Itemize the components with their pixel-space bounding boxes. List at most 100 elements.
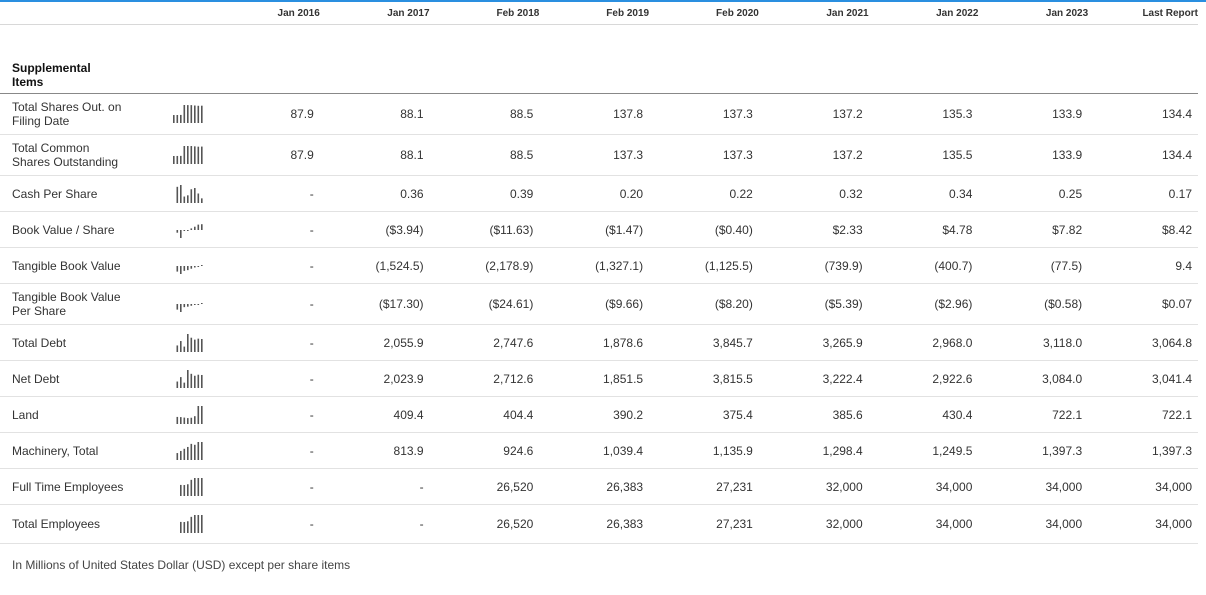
trend-sparkline[interactable] <box>173 477 205 497</box>
sparkline-bar <box>183 196 186 203</box>
trend-sparkline[interactable] <box>173 220 205 240</box>
table-row: Total Employees - -26,520 26,383 27,231 32,00… <box>0 504 1198 544</box>
row-label-cell: Tangible Book Value <box>0 247 161 284</box>
sparkline-bar <box>187 417 189 424</box>
sparkline-bar <box>197 477 200 496</box>
sparkline-bar <box>190 105 193 123</box>
header-label-cell <box>0 2 161 25</box>
value-cell: 34,000 <box>978 468 1089 505</box>
row-label: Total Common Shares Outstanding <box>12 141 119 169</box>
column-header[interactable]: Jan 2017 <box>319 2 430 25</box>
value-cell: 9.4 <box>1088 247 1198 284</box>
sparkline-bar <box>201 405 203 424</box>
value-cell: 385.6 <box>758 396 869 433</box>
value-cell: (77.5) <box>978 247 1089 284</box>
value-cell: 0.25 <box>978 175 1089 212</box>
value-cell: - <box>210 468 320 505</box>
sparkline-bar <box>183 346 186 352</box>
sparkline-cell[interactable] <box>160 396 211 433</box>
sparkline-cell[interactable] <box>160 175 211 212</box>
sparkline-bar <box>194 415 196 424</box>
table-row: Book Value / Share - ($3.94) ($11.63) ($1.47… <box>0 211 1198 248</box>
sparkline-bar <box>197 265 200 267</box>
value-cell: 0.36 <box>319 175 430 212</box>
sparkline-cell[interactable] <box>160 211 211 248</box>
value-cell: 26,520 <box>429 468 540 505</box>
sparkline-bar <box>183 146 186 164</box>
column-header[interactable]: Jan 2021 <box>758 2 869 25</box>
trend-sparkline[interactable] <box>173 184 205 204</box>
table-row: Net Debt -2,023.9 2,712.6 1,851.5 3,815.5 3,2… <box>0 360 1198 397</box>
value-cell: 135.5 <box>868 134 979 176</box>
column-header[interactable]: Feb 2019 <box>539 2 650 25</box>
sparkline-bar <box>183 105 186 123</box>
sparkline-cell[interactable] <box>160 468 211 505</box>
sparkline-bar <box>194 444 196 460</box>
sparkline-cell[interactable] <box>160 93 211 135</box>
sparkline-bar <box>187 333 189 352</box>
sparkline-bar <box>197 192 200 203</box>
sparkline-bar <box>187 483 189 496</box>
sparkline-cell[interactable] <box>160 283 211 325</box>
column-header[interactable]: Feb 2018 <box>429 2 540 25</box>
value-cell: - <box>319 468 430 505</box>
row-label-cell: Cash Per Share <box>0 175 161 212</box>
sparkline-bar <box>187 446 189 460</box>
trend-sparkline[interactable] <box>173 256 205 276</box>
value-cell: - <box>210 396 320 433</box>
value-cell: 88.1 <box>319 134 430 176</box>
value-cell: 2,712.6 <box>429 360 540 397</box>
sparkline-cell[interactable] <box>160 360 211 397</box>
sparkline-cell[interactable] <box>160 504 211 544</box>
column-header[interactable]: Jan 2023 <box>978 2 1089 25</box>
value-cell: ($11.63) <box>429 211 540 248</box>
trend-sparkline[interactable] <box>173 294 205 314</box>
value-cell: ($17.30) <box>319 283 430 325</box>
sparkline-bar <box>173 387 175 388</box>
value-cell: 133.9 <box>978 93 1089 135</box>
column-header[interactable]: Jan 2016 <box>210 2 320 25</box>
table-row: Land -409.4 404.4 390.2 375.4 385.6 430.4 722.1… <box>0 396 1198 433</box>
sparkline-bar <box>180 114 182 123</box>
sparkline-bar <box>180 340 182 352</box>
section-header-cell: Supplemental Items <box>0 24 1198 94</box>
trend-sparkline[interactable] <box>173 104 205 124</box>
value-cell: - <box>210 504 320 544</box>
trend-sparkline[interactable] <box>173 333 205 353</box>
column-header[interactable]: Feb 2020 <box>649 2 759 25</box>
row-label: Total Shares Out. on Filing Date <box>12 100 122 128</box>
value-cell: 1,135.9 <box>649 432 759 469</box>
value-cell: (1,524.5) <box>319 247 430 284</box>
row-label-cell: Total Shares Out. on Filing Date <box>0 93 161 135</box>
trend-sparkline[interactable] <box>173 514 205 534</box>
column-header[interactable]: Jan 2022 <box>868 2 979 25</box>
row-label: Land <box>12 407 39 422</box>
value-cell: - <box>210 211 320 248</box>
value-cell: 3,084.0 <box>978 360 1089 397</box>
trend-sparkline[interactable] <box>173 145 205 165</box>
sparkline-bar <box>197 224 200 230</box>
value-cell: 1,298.4 <box>758 432 869 469</box>
sparkline-bar <box>201 374 203 388</box>
value-cell: ($9.66) <box>539 283 650 325</box>
trend-sparkline[interactable] <box>173 369 205 389</box>
sparkline-cell[interactable] <box>160 247 211 284</box>
sparkline-cell[interactable] <box>160 324 211 361</box>
sparkline-cell[interactable] <box>160 134 211 176</box>
row-label-cell: Total Common Shares Outstanding <box>0 134 161 176</box>
value-cell: 137.3 <box>539 134 650 176</box>
sparkline-bar <box>187 146 189 164</box>
trend-sparkline[interactable] <box>173 441 205 461</box>
header-spark-cell <box>160 2 211 25</box>
value-cell: 3,845.7 <box>649 324 759 361</box>
value-cell: $8.42 <box>1088 211 1198 248</box>
trend-sparkline[interactable] <box>173 405 205 425</box>
value-cell: $0.07 <box>1088 283 1198 325</box>
row-label: Book Value / Share <box>12 222 115 237</box>
sparkline-bar <box>194 477 196 496</box>
sparkline-cell[interactable] <box>160 432 211 469</box>
column-header[interactable]: Last Report <box>1088 2 1198 25</box>
sparkline-bar <box>201 264 203 266</box>
value-cell: - <box>210 324 320 361</box>
sparkline-bar <box>176 304 179 310</box>
